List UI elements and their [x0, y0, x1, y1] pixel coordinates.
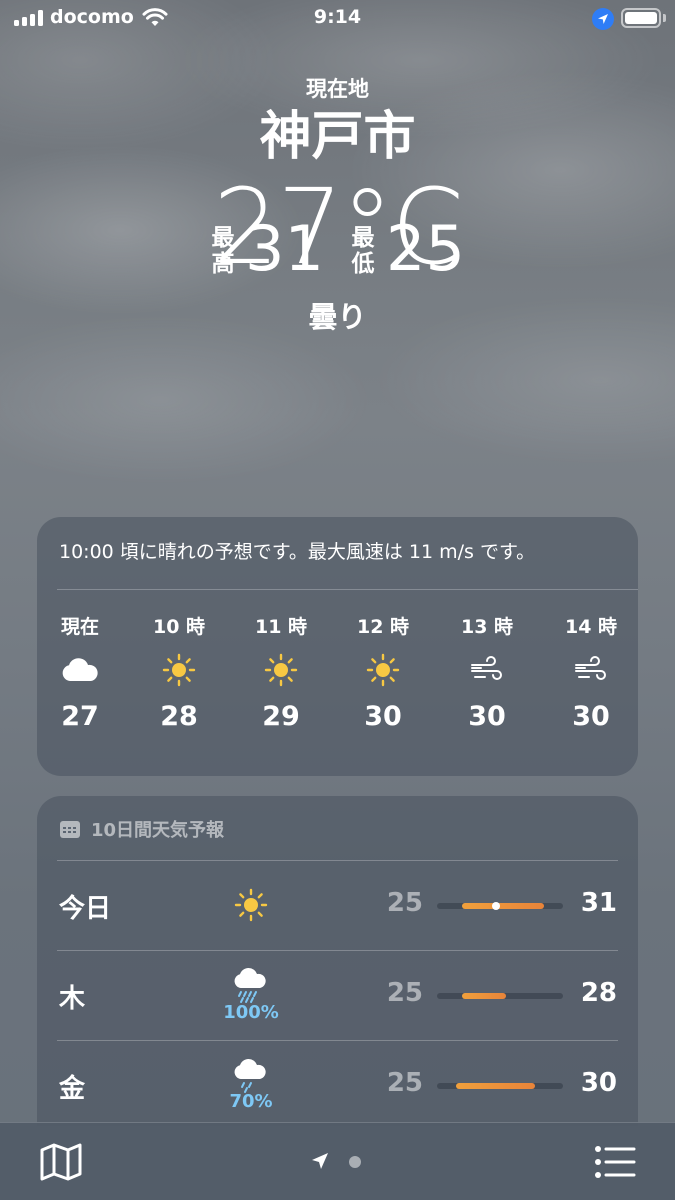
- day-row[interactable]: 今日 25 31: [37, 860, 638, 950]
- location-label: 現在地: [306, 77, 369, 101]
- sun-icon: [338, 641, 428, 699]
- hour-label: 10 時: [152, 616, 206, 638]
- high-label: 最高: [211, 225, 235, 277]
- bottom-toolbar: [0, 1122, 675, 1200]
- precipitation-chance: 70%: [229, 1090, 273, 1112]
- sun-icon: [223, 874, 279, 936]
- temperature-range-fill: [462, 903, 544, 909]
- forecast-summary: 10:00 頃に晴れの予想です。最大風速は 11 m/s です。: [59, 541, 536, 563]
- temperature-range-bar: [437, 1083, 563, 1089]
- day-row[interactable]: 木 100% 25 28: [37, 950, 638, 1040]
- cloud-icon: [35, 641, 125, 699]
- hour-column: 11 時 29: [236, 613, 326, 735]
- map-icon[interactable]: [40, 1143, 82, 1181]
- day-low-temperature: 25: [386, 978, 423, 1008]
- day-name: 金: [59, 1074, 86, 1104]
- high-value: 31: [245, 212, 324, 285]
- day-name: 今日: [59, 894, 112, 924]
- divider: [57, 860, 618, 861]
- hourly-forecast-card[interactable]: 10:00 頃に晴れの予想です。最大風速は 11 m/s です。 現在 27 1…: [37, 517, 638, 776]
- hour-temperature: 30: [572, 701, 610, 732]
- hour-column: 現在 27: [35, 613, 125, 735]
- sun-icon: [134, 641, 224, 699]
- location-arrow-icon: [592, 8, 614, 30]
- high-low-temperatures: 最高 31 最低 25: [0, 216, 675, 282]
- divider: [57, 1040, 618, 1041]
- precipitation-chance: 100%: [223, 1001, 279, 1023]
- day-name: 木: [59, 984, 86, 1014]
- hour-temperature: 29: [262, 701, 300, 732]
- day-high-temperature: 31: [580, 888, 617, 918]
- hour-label: 14 時: [564, 616, 618, 638]
- divider: [57, 589, 638, 590]
- hour-label: 現在: [60, 616, 99, 638]
- current-temperature-dot: [492, 902, 500, 910]
- hour-temperature: 27: [61, 701, 99, 732]
- temperature-range-fill: [456, 1083, 535, 1089]
- city-name: 神戸市: [259, 107, 416, 167]
- hour-column: 12 時 30: [338, 613, 428, 735]
- battery-cap: [663, 14, 666, 22]
- rain-cloud-icon: 100%: [223, 964, 279, 1026]
- divider: [57, 950, 618, 951]
- wind-icon: [546, 641, 636, 699]
- wind-icon: [442, 641, 532, 699]
- hour-temperature: 30: [468, 701, 506, 732]
- sun-icon: [236, 641, 326, 699]
- hour-temperature: 30: [364, 701, 402, 732]
- temperature-range-bar: [437, 902, 563, 910]
- battery-icon: [621, 8, 661, 28]
- hour-label: 11 時: [254, 616, 308, 638]
- hour-temperature: 28: [160, 701, 198, 732]
- daily-forecast-header: 10日間天気予報: [59, 816, 225, 841]
- day-low-temperature: 25: [386, 888, 423, 918]
- day-high-temperature: 30: [580, 1068, 617, 1098]
- hour-label: 12 時: [356, 616, 410, 638]
- low-value: 25: [386, 212, 465, 285]
- day-row[interactable]: 金 70% 25 30: [37, 1040, 638, 1126]
- hour-label: 13 時: [460, 616, 514, 638]
- temperature-range-bar: [437, 993, 563, 999]
- hour-column: 10 時 28: [134, 613, 224, 735]
- day-low-temperature: 25: [386, 1068, 423, 1098]
- rain-cloud-icon: 70%: [223, 1054, 279, 1116]
- hour-column: 14 時 30: [546, 613, 636, 735]
- daily-forecast-title: 10日間天気予報: [91, 820, 225, 841]
- page-dot[interactable]: [349, 1156, 361, 1168]
- list-icon[interactable]: [594, 1145, 636, 1179]
- hour-column: 13 時 30: [442, 613, 532, 735]
- daily-forecast-card[interactable]: 10日間天気予報 今日 25 31 木 100% 25 28 金 70% 25 …: [37, 796, 638, 1126]
- low-label: 最低: [351, 225, 375, 277]
- location-arrow-icon[interactable]: [310, 1151, 330, 1171]
- calendar-icon: [60, 821, 80, 838]
- weather-condition: 曇り: [308, 300, 367, 334]
- status-time: 9:14: [313, 6, 362, 28]
- temperature-range-fill: [462, 993, 506, 999]
- day-high-temperature: 28: [580, 978, 617, 1008]
- status-bar: docomo 9:14: [0, 0, 675, 38]
